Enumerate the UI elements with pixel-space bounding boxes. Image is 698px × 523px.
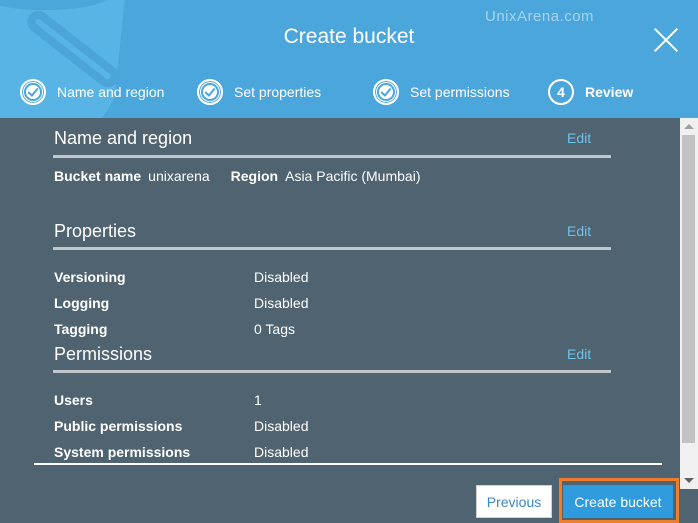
- property-value-tagging: 0 Tags: [254, 321, 295, 337]
- step-number-badge: 4: [548, 79, 574, 105]
- step-label: Set properties: [234, 84, 322, 100]
- property-label-logging: Logging: [54, 295, 110, 311]
- permission-label-public: Public permissions: [54, 418, 183, 434]
- section-divider: [53, 370, 611, 373]
- permission-label-users: Users: [54, 392, 93, 408]
- content-bottom-divider: [34, 463, 662, 465]
- previous-button[interactable]: Previous: [476, 485, 552, 518]
- edit-name-region-link[interactable]: Edit: [567, 130, 591, 146]
- property-value-versioning: Disabled: [254, 269, 309, 285]
- scrollbar-thumb[interactable]: [682, 135, 695, 443]
- dialog-title: Create bucket: [283, 25, 415, 48]
- permission-value-system: Disabled: [254, 444, 309, 460]
- check-circle-icon: [20, 79, 46, 105]
- region-label: Region: [230, 168, 279, 184]
- region-value: Asia Pacific (Mumbai): [285, 168, 421, 184]
- step-label: Set permissions: [410, 84, 510, 100]
- step-label: Name and region: [57, 84, 165, 100]
- edit-properties-link[interactable]: Edit: [567, 223, 591, 239]
- section-title-permissions: Permissions: [54, 344, 153, 364]
- name-region-summary: Bucket name unixarena Region Asia Pacifi…: [54, 168, 420, 184]
- bucket-name-value: unixarena: [148, 168, 210, 184]
- check-circle-icon: [197, 79, 223, 105]
- property-label-tagging: Tagging: [54, 321, 108, 337]
- section-title-name-region: Name and region: [54, 128, 193, 148]
- scroll-down-arrow-icon[interactable]: [684, 478, 694, 483]
- permission-value-public: Disabled: [254, 418, 309, 434]
- close-icon[interactable]: [652, 26, 680, 54]
- scroll-up-arrow-icon[interactable]: [684, 124, 694, 129]
- step-set-properties[interactable]: Set properties: [197, 78, 321, 106]
- dialog-header: UnixArena.com Create bucket Name and reg…: [0, 0, 698, 118]
- step-name-and-region[interactable]: Name and region: [20, 78, 164, 106]
- section-divider: [53, 247, 611, 250]
- step-set-permissions[interactable]: Set permissions: [373, 78, 510, 106]
- permission-label-system: System permissions: [54, 444, 191, 460]
- step-label: Review: [585, 84, 634, 100]
- bucket-name-label: Bucket name: [54, 168, 142, 184]
- section-title-properties: Properties: [54, 221, 137, 241]
- watermark: UnixArena.com: [485, 8, 595, 25]
- property-label-versioning: Versioning: [54, 269, 126, 285]
- edit-permissions-link[interactable]: Edit: [567, 346, 591, 362]
- section-divider: [53, 155, 611, 158]
- permission-value-users: 1: [254, 392, 262, 408]
- create-bucket-button[interactable]: Create bucket: [563, 485, 673, 518]
- vertical-scrollbar[interactable]: [680, 118, 698, 489]
- property-value-logging: Disabled: [254, 295, 309, 311]
- check-circle-icon: [373, 79, 399, 105]
- step-review[interactable]: 4 Review: [548, 78, 633, 106]
